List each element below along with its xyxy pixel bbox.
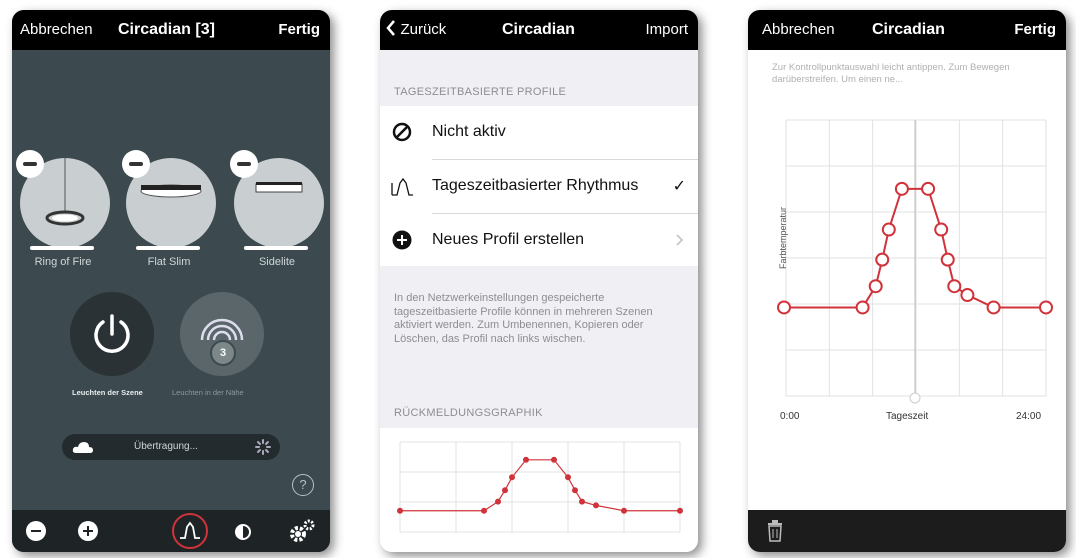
- data-point: [397, 507, 403, 514]
- cancel-button[interactable]: Abbrechen: [762, 10, 835, 50]
- profiles-phone: Zurück Circadian Import TAGESZEITBASIERT…: [380, 10, 698, 552]
- settings-icon[interactable]: [288, 518, 316, 544]
- x-axis-label: Tageszeit: [886, 411, 929, 422]
- remove-lamp-button[interactable]: [16, 150, 44, 178]
- data-point: [551, 456, 557, 463]
- transfer-text: Übertragung...: [134, 441, 198, 452]
- control-point[interactable]: [940, 252, 955, 267]
- control-point[interactable]: [947, 279, 962, 294]
- data-point: [565, 474, 571, 481]
- lamp-brightness-bar[interactable]: [244, 246, 308, 250]
- curve-icon[interactable]: [172, 513, 208, 549]
- data-point: [523, 456, 529, 463]
- data-point: [495, 498, 501, 505]
- nav-title: Circadian [3]: [118, 21, 215, 38]
- list-item-label: Neues Profil erstellen: [432, 231, 585, 248]
- list-item-label: Tageszeitbasierter Rhythmus: [432, 177, 639, 194]
- control-point[interactable]: [960, 288, 975, 303]
- navbar: Abbrechen Circadian Fertig: [748, 10, 1066, 50]
- control-point[interactable]: [894, 181, 909, 196]
- data-point: [677, 507, 683, 514]
- nav-title: Circadian: [502, 21, 575, 38]
- chevron-right-icon: [676, 234, 684, 246]
- lamp-brightness-bar[interactable]: [136, 246, 200, 250]
- x-axis-end: 24:00: [1016, 411, 1042, 422]
- list-item-rhythm[interactable]: Tageszeitbasierter Rhythmus ✓: [380, 160, 698, 213]
- trash-icon[interactable]: [766, 520, 784, 542]
- circadian-chart[interactable]: [748, 110, 1066, 440]
- control-point[interactable]: [921, 181, 936, 196]
- profile-list: Nicht aktiv Tageszeitbasierter Rhythmus …: [380, 106, 698, 266]
- lamp-label: Sidelite: [258, 256, 296, 268]
- feedback-chart: [397, 441, 683, 533]
- list-item-label: Nicht aktiv: [432, 123, 506, 140]
- bottom-toolbar: [12, 510, 330, 552]
- navbar: Zurück Circadian Import: [380, 10, 698, 50]
- scene-power-button[interactable]: [70, 292, 154, 376]
- minus-icon[interactable]: [26, 521, 46, 541]
- footnote: In den Netzwerkeinstellungen gespeichert…: [394, 292, 653, 345]
- section-header: RÜCKMELDUNGSGRAPHIK: [394, 407, 543, 419]
- control-point[interactable]: [986, 300, 1001, 315]
- nearby-label: Leuchten in der Nähe: [172, 388, 244, 397]
- transfer-status: Übertragung...: [62, 434, 280, 460]
- cloud-icon: [72, 442, 93, 453]
- control-point[interactable]: [868, 279, 883, 294]
- series-line: [400, 459, 680, 512]
- back-button[interactable]: Zurück: [386, 10, 446, 50]
- y-axis-label: Farbtemperatur: [778, 206, 788, 270]
- power-label: Leuchten der Szene: [72, 388, 143, 397]
- spinner-icon: [255, 439, 271, 455]
- data-point: [579, 498, 585, 505]
- hint-text: Zur Kontrollpunktauswahl leicht antippen…: [772, 62, 1010, 85]
- import-button[interactable]: Import: [645, 10, 688, 50]
- section-header: TAGESZEITBASIERTE PROFILE: [394, 86, 567, 98]
- data-point: [593, 502, 599, 509]
- brightness-icon[interactable]: [232, 521, 254, 543]
- curve-icon: [391, 177, 413, 196]
- list-item-inactive[interactable]: Nicht aktiv: [380, 106, 698, 159]
- list-item-new-profile[interactable]: Neues Profil erstellen: [380, 214, 698, 266]
- nearby-count-badge: 3: [210, 340, 236, 366]
- bottom-toolbar: [748, 510, 1066, 552]
- add-circle-icon: [392, 230, 412, 250]
- control-point[interactable]: [875, 252, 890, 267]
- lamp-brightness-bar[interactable]: [30, 246, 94, 250]
- done-button[interactable]: Fertig: [1014, 10, 1056, 50]
- control-point[interactable]: [881, 222, 896, 237]
- checkmark-icon: ✓: [672, 178, 686, 195]
- lamp-label: Ring of Fire: [34, 256, 92, 268]
- help-button[interactable]: ?: [292, 474, 314, 496]
- nearby-lights-button[interactable]: 3: [180, 292, 264, 376]
- nav-title: Circadian: [872, 21, 945, 38]
- control-point[interactable]: [934, 222, 949, 237]
- remove-lamp-button[interactable]: [122, 150, 150, 178]
- power-icon: [94, 314, 130, 353]
- remove-lamp-button[interactable]: [230, 150, 258, 178]
- navbar: Abbrechen Circadian [3] Fertig: [12, 10, 330, 50]
- cancel-button[interactable]: Abbrechen: [20, 10, 93, 50]
- data-point: [621, 507, 627, 514]
- curve-editor-phone: Abbrechen Circadian Fertig Zur Kontrollp…: [748, 10, 1066, 552]
- scene-phone: Abbrechen Circadian [3] Fertig Ring of F…: [12, 10, 330, 552]
- data-point: [502, 487, 508, 494]
- lamp-label: Flat Slim: [147, 256, 191, 268]
- data-point: [572, 487, 578, 494]
- plus-icon[interactable]: [78, 521, 98, 541]
- x-axis-start: 0:00: [780, 411, 800, 422]
- feedback-graph: [380, 428, 698, 552]
- control-point[interactable]: [1039, 300, 1053, 315]
- no-entry-icon: [392, 122, 412, 142]
- data-point: [481, 507, 487, 514]
- control-point[interactable]: [855, 300, 870, 315]
- time-cursor-handle[interactable]: [909, 392, 921, 404]
- done-button[interactable]: Fertig: [278, 10, 320, 50]
- data-point: [509, 474, 515, 481]
- chevron-left-icon: [386, 20, 395, 36]
- back-label: Zurück: [400, 21, 447, 38]
